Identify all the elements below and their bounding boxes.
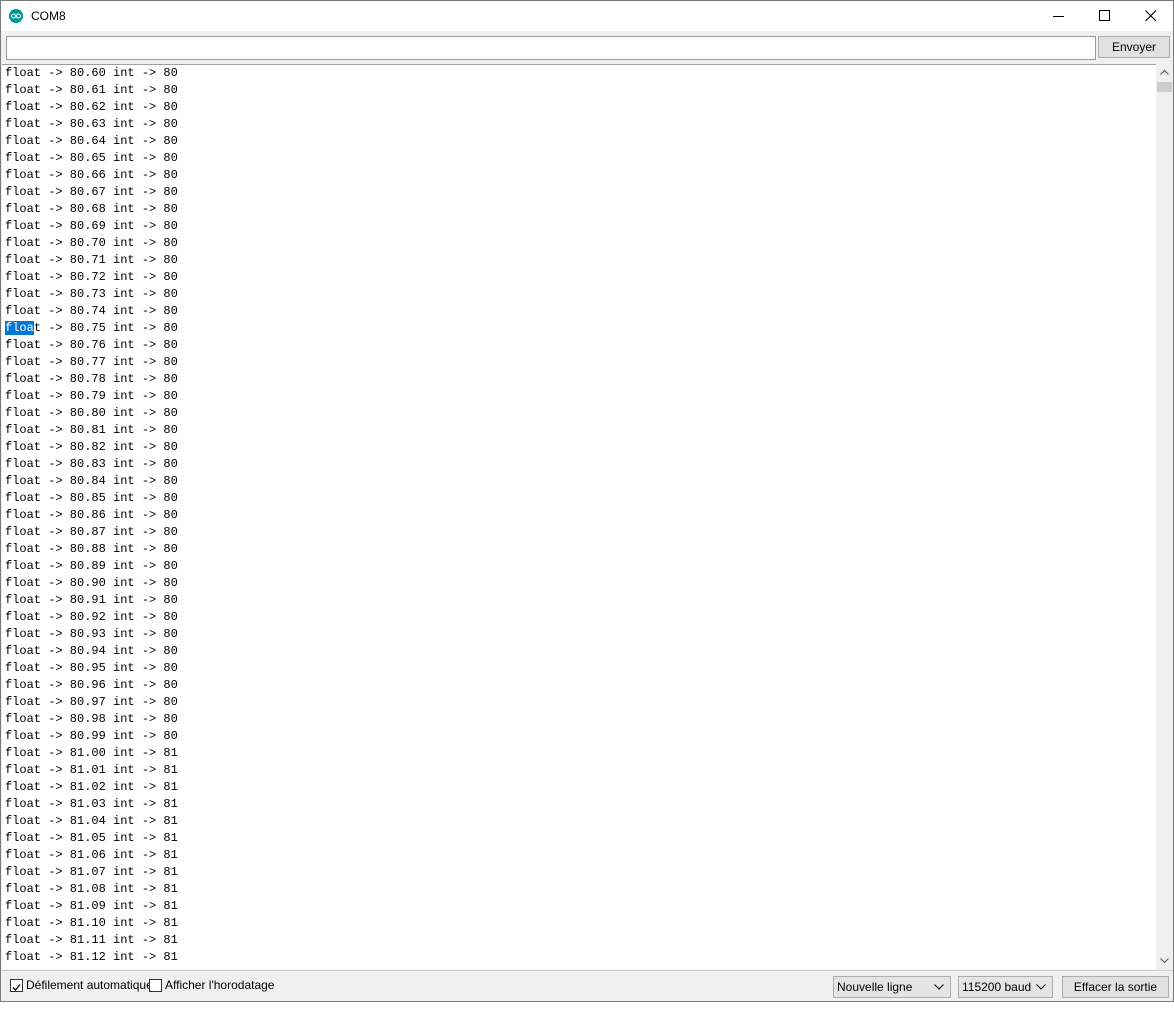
baud-rate-value: 115200 baud bbox=[962, 980, 1032, 994]
title-bar[interactable]: COM8 bbox=[1, 1, 1173, 31]
output-line: float -> 80.97 int -> 80 bbox=[5, 695, 178, 709]
output-line: float -> 80.93 int -> 80 bbox=[5, 627, 178, 641]
output-line: float -> 81.00 int -> 81 bbox=[5, 746, 178, 760]
minimize-icon bbox=[1053, 16, 1064, 17]
output-line: float -> 80.76 int -> 80 bbox=[5, 338, 178, 352]
arduino-icon bbox=[9, 9, 23, 23]
scroll-down-button[interactable] bbox=[1156, 952, 1173, 969]
selected-text: floa bbox=[5, 321, 34, 335]
maximize-button[interactable] bbox=[1082, 1, 1128, 31]
vertical-scrollbar[interactable] bbox=[1156, 64, 1173, 969]
output-line: float -> 80.95 int -> 80 bbox=[5, 661, 178, 675]
output-line: float -> 80.91 int -> 80 bbox=[5, 593, 178, 607]
output-line: float -> 80.61 int -> 80 bbox=[5, 83, 178, 97]
close-button[interactable] bbox=[1128, 1, 1173, 31]
output-line: float -> 81.02 int -> 81 bbox=[5, 780, 178, 794]
output-line: float -> 81.05 int -> 81 bbox=[5, 831, 178, 845]
chevron-up-icon bbox=[1160, 69, 1169, 75]
output-line: float -> 80.82 int -> 80 bbox=[5, 440, 178, 454]
output-line: float -> 81.07 int -> 81 bbox=[5, 865, 178, 879]
output-line: float -> 80.62 int -> 80 bbox=[5, 100, 178, 114]
output-line: float -> 80.64 int -> 80 bbox=[5, 134, 178, 148]
line-ending-value: Nouvelle ligne bbox=[837, 980, 913, 994]
timestamp-label[interactable]: Afficher l'horodatage bbox=[165, 978, 274, 992]
autoscroll-checkbox[interactable] bbox=[10, 979, 23, 992]
output-line: float -> 80.88 int -> 80 bbox=[5, 542, 178, 556]
minimize-button[interactable] bbox=[1036, 1, 1082, 31]
output-line: float -> 80.63 int -> 80 bbox=[5, 117, 178, 131]
output-line: float -> 80.81 int -> 80 bbox=[5, 423, 178, 437]
output-line: float -> 80.84 int -> 80 bbox=[5, 474, 178, 488]
serial-monitor-window: COM8 Envoyer float -> 80.60 int -> 80 flo… bbox=[0, 0, 1174, 1002]
output-line-rest: t -> 80.75 int -> 80 bbox=[33, 321, 178, 335]
output-line: float -> 80.65 int -> 80 bbox=[5, 151, 178, 165]
output-line: float -> 80.78 int -> 80 bbox=[5, 372, 178, 386]
line-ending-select[interactable]: Nouvelle ligne bbox=[833, 976, 951, 998]
output-line: float -> 80.79 int -> 80 bbox=[5, 389, 178, 403]
output-line: float -> 81.04 int -> 81 bbox=[5, 814, 178, 828]
send-input[interactable] bbox=[6, 36, 1096, 60]
chevron-down-icon bbox=[934, 984, 944, 990]
output-line: float -> 80.94 int -> 80 bbox=[5, 644, 178, 658]
timestamp-checkbox[interactable] bbox=[149, 979, 162, 992]
close-icon bbox=[1145, 10, 1157, 22]
scroll-up-button[interactable] bbox=[1156, 64, 1173, 81]
output-line: float -> 80.87 int -> 80 bbox=[5, 525, 178, 539]
chevron-down-icon bbox=[1160, 958, 1169, 964]
output-line: float -> 80.69 int -> 80 bbox=[5, 219, 178, 233]
output-line: float -> 80.68 int -> 80 bbox=[5, 202, 178, 216]
output-line: float -> 80.99 int -> 80 bbox=[5, 729, 178, 743]
maximize-icon bbox=[1099, 10, 1110, 21]
clear-output-button[interactable]: Effacer la sortie bbox=[1062, 976, 1169, 998]
output-line: float -> 81.12 int -> 81 bbox=[5, 950, 178, 964]
output-line: float -> 81.10 int -> 81 bbox=[5, 916, 178, 930]
output-line: float -> 80.73 int -> 80 bbox=[5, 287, 178, 301]
output-line: float -> 80.85 int -> 80 bbox=[5, 491, 178, 505]
output-line: float -> 80.96 int -> 80 bbox=[5, 678, 178, 692]
baud-rate-select[interactable]: 115200 baud bbox=[958, 976, 1053, 998]
output-line: float -> 80.71 int -> 80 bbox=[5, 253, 178, 267]
chevron-down-icon bbox=[1036, 984, 1046, 990]
output-line: float -> 80.67 int -> 80 bbox=[5, 185, 178, 199]
scrollbar-thumb[interactable] bbox=[1157, 82, 1172, 92]
output-line: float -> 80.75 int -> 80 bbox=[2, 320, 1156, 337]
output-line: float -> 81.06 int -> 81 bbox=[5, 848, 178, 862]
output-line: float -> 80.90 int -> 80 bbox=[5, 576, 178, 590]
output-line: float -> 80.98 int -> 80 bbox=[5, 712, 178, 726]
output-line: float -> 80.86 int -> 80 bbox=[5, 508, 178, 522]
window-title: COM8 bbox=[31, 9, 66, 23]
output-line: float -> 80.83 int -> 80 bbox=[5, 457, 178, 471]
output-line: float -> 80.70 int -> 80 bbox=[5, 236, 178, 250]
output-line: float -> 81.03 int -> 81 bbox=[5, 797, 178, 811]
output-line: float -> 80.66 int -> 80 bbox=[5, 168, 178, 182]
output-line: float -> 81.09 int -> 81 bbox=[5, 899, 178, 913]
output-line: float -> 80.72 int -> 80 bbox=[5, 270, 178, 284]
output-line: float -> 80.60 int -> 80 bbox=[5, 66, 178, 80]
checkmark-icon bbox=[12, 984, 21, 991]
output-line: float -> 80.80 int -> 80 bbox=[5, 406, 178, 420]
serial-output[interactable]: float -> 80.60 int -> 80 float -> 80.61 i… bbox=[2, 64, 1156, 969]
output-line: float -> 81.08 int -> 81 bbox=[5, 882, 178, 896]
output-line: float -> 80.89 int -> 80 bbox=[5, 559, 178, 573]
status-bar: Défilement automatique Afficher l'horoda… bbox=[1, 970, 1173, 1001]
output-line: float -> 81.01 int -> 81 bbox=[5, 763, 178, 777]
output-line: float -> 81.11 int -> 81 bbox=[5, 933, 178, 947]
output-line: float -> 80.77 int -> 80 bbox=[5, 355, 178, 369]
output-line: float -> 80.92 int -> 80 bbox=[5, 610, 178, 624]
output-line: float -> 80.74 int -> 80 bbox=[5, 304, 178, 318]
autoscroll-label[interactable]: Défilement automatique bbox=[26, 978, 153, 992]
send-button[interactable]: Envoyer bbox=[1098, 36, 1170, 58]
